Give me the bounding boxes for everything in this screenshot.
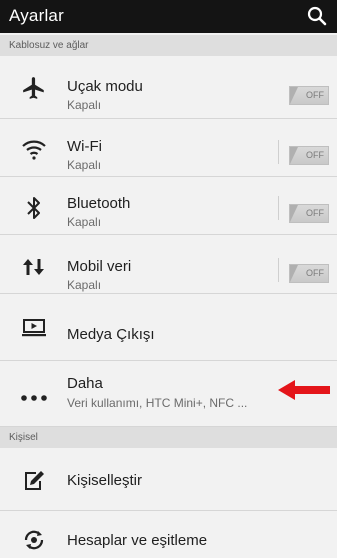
settings-item-media-output[interactable]: Medya Çıkışı (0, 294, 337, 361)
item-subtitle: Kapalı (67, 215, 102, 229)
section-header-wireless: Kablosuz ve ağlar (0, 35, 337, 56)
page-title: Ayarlar (9, 6, 64, 25)
section-header-label: Kişisel (9, 432, 38, 443)
item-title: Mobil veri (67, 258, 132, 275)
item-subtitle: Veri kullanımı, HTC Mini+, NFC ... (67, 396, 248, 410)
mobile-data-toggle[interactable]: OFF (289, 264, 329, 283)
section-header-personal: Kişisel (0, 427, 337, 448)
item-title: Daha (67, 375, 103, 392)
item-title: Bluetooth (67, 195, 131, 212)
airplane-toggle[interactable]: OFF (289, 86, 329, 105)
airplane-icon (16, 73, 52, 103)
item-title: Hesaplar ve eşitleme (67, 532, 208, 549)
wifi-icon (16, 134, 52, 164)
settings-item-mobile-data[interactable]: Mobil veri Kapalı OFF (0, 235, 337, 294)
item-subtitle: Kapalı (67, 158, 102, 172)
app-bar: Ayarlar (0, 0, 337, 33)
wifi-toggle[interactable]: OFF (289, 146, 329, 165)
item-title: Kişiselleştir (67, 472, 143, 489)
item-subtitle: Kapalı (67, 98, 102, 112)
media-output-icon (16, 313, 52, 343)
divider (278, 196, 279, 220)
section-header-label: Kablosuz ve ağlar (9, 40, 89, 51)
settings-item-wifi[interactable]: Wi-Fi Kapalı OFF (0, 119, 337, 177)
bluetooth-icon (16, 193, 52, 223)
item-title: Wi-Fi (67, 138, 102, 155)
sync-icon (16, 525, 52, 555)
settings-item-bluetooth[interactable]: Bluetooth Kapalı OFF (0, 177, 337, 235)
annotation-arrow (278, 380, 330, 400)
bluetooth-toggle[interactable]: OFF (289, 204, 329, 223)
item-subtitle: Kapalı (67, 278, 102, 292)
settings-item-personalize[interactable]: Kişiselleştir (0, 448, 337, 511)
settings-item-accounts-sync[interactable]: Hesaplar ve eşitleme (0, 511, 337, 558)
more-dots-icon (16, 383, 52, 413)
personalize-icon (16, 465, 52, 495)
divider (278, 258, 279, 282)
search-icon[interactable] (307, 6, 327, 26)
item-title: Medya Çıkışı (67, 326, 155, 343)
mobile-data-icon (16, 252, 52, 282)
settings-item-airplane[interactable]: Uçak modu Kapalı OFF (0, 56, 337, 119)
divider (278, 140, 279, 164)
item-title: Uçak modu (67, 78, 143, 95)
